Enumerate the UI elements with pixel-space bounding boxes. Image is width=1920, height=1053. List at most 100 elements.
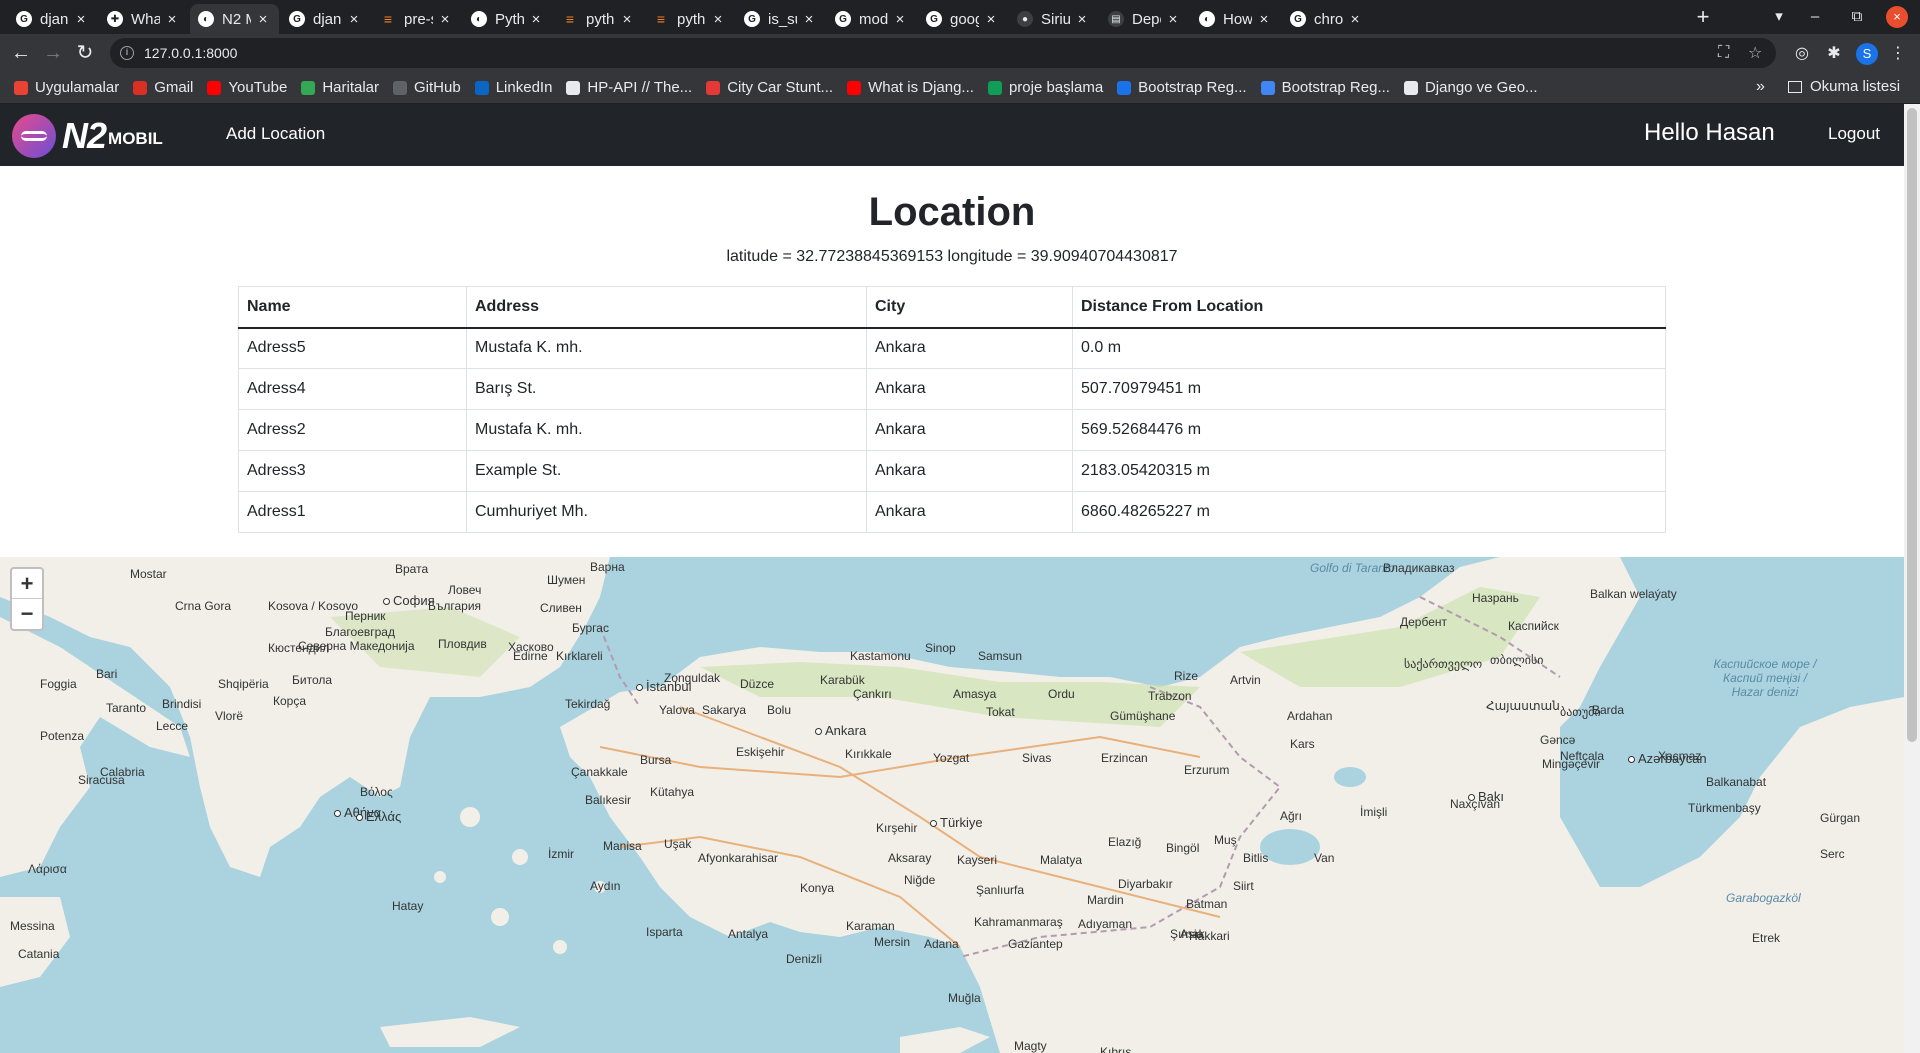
tab-close-icon[interactable]: × [437, 11, 453, 28]
browser-tab[interactable]: Gis_sup× [736, 4, 825, 34]
menu-kebab-icon[interactable]: ⋮ [1888, 44, 1908, 64]
map-place-label: Uşak [664, 837, 692, 851]
zoom-out-button[interactable]: − [12, 599, 42, 629]
extension-icon[interactable]: ◎ [1792, 44, 1812, 64]
tab-close-icon[interactable]: × [983, 11, 999, 28]
map-place-label: Malatya [1040, 853, 1083, 867]
bookmark-item[interactable]: City Car Stunt... [706, 79, 833, 96]
logout-link[interactable]: Logout [1828, 124, 1880, 144]
add-location-link[interactable]: Add Location [226, 124, 325, 144]
tab-close-icon[interactable]: × [73, 11, 89, 28]
bookmark-item[interactable]: Uygulamalar [14, 79, 119, 96]
cell-city: Ankara [866, 368, 1073, 410]
tab-close-icon[interactable]: × [255, 11, 271, 28]
tab-close-icon[interactable]: × [528, 11, 544, 28]
page-scrollbar[interactable] [1904, 104, 1920, 1053]
map-place-label: Mardin [1087, 893, 1124, 907]
map-place-label: Λάρισα [28, 862, 67, 876]
map-place-label: Варна [590, 560, 625, 574]
bookmark-item[interactable]: LinkedIn [474, 79, 552, 96]
site-navbar: N2 MOBIL Add Location Hello Hasan Logout [0, 104, 1904, 166]
browser-tab[interactable]: ▤ Depo (× [1100, 4, 1189, 34]
scrollbar-thumb[interactable] [1907, 108, 1917, 742]
browser-tab[interactable]: ≡ python× [645, 4, 734, 34]
browser-tab[interactable]: ◐ How to× [1191, 4, 1280, 34]
map-place-label: Isparta [646, 925, 683, 939]
map-place-label: Gümüşhane [1110, 709, 1176, 723]
n2mobil-logo[interactable]: N2 MOBIL [12, 114, 163, 158]
bookmark-item[interactable]: Bootstrap Reg... [1117, 79, 1247, 96]
logo-subtext: MOBIL [108, 129, 163, 148]
browser-tab[interactable]: ◐ Python× [463, 4, 552, 34]
browser-tab[interactable]: ✚ What Y× [99, 4, 188, 34]
tab-title: Sirius- [1041, 10, 1070, 28]
map-place-label: Messina [10, 919, 55, 933]
browser-tab[interactable]: Gdjango× [281, 4, 370, 34]
browser-tab[interactable]: ≡ python× [554, 4, 643, 34]
tab-title: is_sup [768, 10, 797, 28]
table-row: Adress4 Barış St. Ankara 507.70979451 m [238, 368, 1666, 410]
minimize-icon[interactable]: – [1800, 4, 1830, 30]
browser-tab[interactable]: ◐ N2 Mol× [190, 4, 279, 34]
window-close-icon[interactable]: × [1886, 6, 1908, 28]
bookmark-item[interactable]: Django ve Geo... [1403, 79, 1538, 96]
translate-icon[interactable]: ⛶ [1718, 38, 1729, 68]
bookmark-item[interactable]: YouTube [207, 79, 287, 96]
tab-close-icon[interactable]: × [1256, 11, 1272, 28]
tab-close-icon[interactable]: × [1165, 11, 1181, 28]
cell-address: Example St. [466, 450, 867, 492]
bookmark-item[interactable]: Gmail [133, 79, 193, 96]
bookmarks-overflow-icon[interactable]: » [1756, 78, 1765, 96]
column-header-name: Name [238, 286, 467, 329]
tab-close-icon[interactable]: × [619, 11, 635, 28]
map-place-label: Kırklareli [556, 649, 603, 663]
puzzle-icon[interactable]: ✱ [1824, 44, 1844, 64]
zoom-in-button[interactable]: + [12, 569, 42, 599]
tab-close-icon[interactable]: × [801, 11, 817, 28]
browser-tab[interactable]: Ggoogle× [918, 4, 1007, 34]
map-place-label: Düzce [740, 677, 775, 691]
browser-tab[interactable]: Gchrom× [1282, 4, 1371, 34]
address-bar[interactable]: i 127.0.0.1:8000 ⛶ ☆ [110, 38, 1776, 68]
reading-list-button[interactable]: Okuma listesi [1788, 78, 1900, 95]
tab-close-icon[interactable]: × [892, 11, 908, 28]
tab-close-icon[interactable]: × [1074, 11, 1090, 28]
bookmark-item[interactable]: Bootstrap Reg... [1260, 79, 1390, 96]
map-place-label: Magty [1014, 1039, 1047, 1053]
new-tab-button[interactable]: + [1690, 4, 1716, 30]
tab-close-icon[interactable]: × [164, 11, 180, 28]
bookmark-label: proje başlama [1008, 79, 1104, 96]
tab-search-icon[interactable]: ▾ [1764, 4, 1794, 30]
browser-tab[interactable]: ● Sirius-× [1009, 4, 1098, 34]
bookmark-item[interactable]: proje başlama [987, 79, 1104, 96]
reload-icon[interactable]: ↻ [72, 40, 98, 66]
tab-close-icon[interactable]: × [346, 11, 362, 28]
page-title: Location [868, 190, 1036, 234]
browser-tab[interactable]: ≡ pre-sel× [372, 4, 461, 34]
url-text: 127.0.0.1:8000 [144, 45, 238, 61]
cell-city: Ankara [866, 450, 1073, 492]
restore-icon[interactable]: ⧉ [1842, 4, 1872, 30]
tab-title: python [586, 10, 615, 28]
map-place-label: Kütahya [650, 785, 695, 799]
map-place-label: Adıyaman [1078, 917, 1133, 931]
tab-close-icon[interactable]: × [710, 11, 726, 28]
bookmark-favicon-icon [1403, 80, 1418, 95]
info-icon[interactable]: i [120, 46, 134, 60]
browser-tab[interactable]: Gdjango× [8, 4, 97, 34]
chrome-icon: G [926, 11, 942, 27]
tab-close-icon[interactable]: × [1347, 11, 1363, 28]
map-place-label: Balıkesir [585, 793, 632, 807]
bookmark-item[interactable]: GitHub [393, 79, 461, 96]
star-icon[interactable]: ☆ [1748, 38, 1762, 68]
map-place-label: Trabzon [1148, 689, 1192, 703]
browser-tab[interactable]: Gmodel× [827, 4, 916, 34]
chrome-icon: G [1290, 11, 1306, 27]
profile-avatar[interactable]: S [1856, 43, 1878, 65]
bookmark-item[interactable]: What is Djang... [847, 79, 974, 96]
forward-arrow-icon[interactable]: → [40, 40, 66, 66]
bookmark-item[interactable]: HP-API // The... [566, 79, 692, 96]
bookmark-item[interactable]: Haritalar [301, 79, 379, 96]
back-arrow-icon[interactable]: ← [8, 40, 34, 66]
leaflet-map[interactable]: + − Mostar Врата Варна Crna Gora Kosova / Ko… [0, 557, 1904, 1053]
